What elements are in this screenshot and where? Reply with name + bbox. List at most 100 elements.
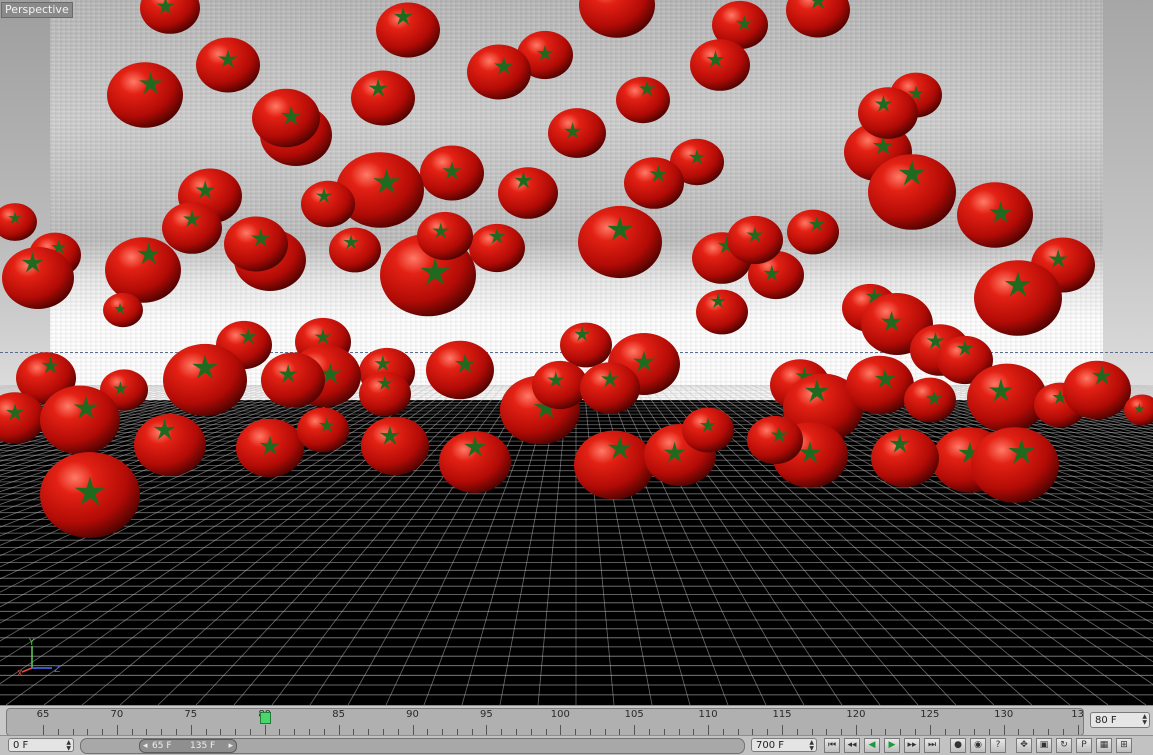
timeline-tick-label: 130 [994, 709, 1014, 720]
key-position-button[interactable]: ✥ [1016, 738, 1032, 753]
key-rotation-button[interactable]: ↻ [1056, 738, 1072, 753]
prev-key-button[interactable]: ◂◂ [844, 738, 860, 753]
timeline-tick [1003, 725, 1005, 735]
range-left-arrow-icon[interactable]: ◂ [143, 740, 148, 752]
tomato [0, 203, 37, 241]
tomato [868, 154, 956, 230]
timeline-tick [560, 725, 562, 735]
play-forward-button[interactable]: ▶ [884, 738, 900, 753]
range-end-label: 135 F [190, 741, 216, 751]
tomato [696, 289, 748, 335]
tomato [224, 216, 288, 272]
tomato [967, 363, 1047, 433]
range-start-label: 65 F [152, 741, 172, 751]
timeline-tick [1077, 725, 1079, 735]
tomato [578, 205, 662, 279]
tomato [359, 371, 411, 417]
start-frame-stepper-icon[interactable]: ▲ ▼ [66, 740, 71, 752]
timeline-tick-label: 115 [772, 709, 792, 720]
timeline-tick-label: 120 [846, 709, 866, 720]
tomato [376, 2, 440, 58]
grid-icon: ▦ [1099, 740, 1109, 750]
timeline-tick [708, 725, 710, 735]
go-to-start-button[interactable]: ⏮ [824, 738, 840, 753]
scheme-icon: ⊞ [1120, 740, 1128, 750]
timeline-playhead[interactable] [259, 712, 271, 724]
timeline-tick-label: 75 [184, 709, 198, 720]
play-backward-button[interactable]: ◀ [864, 738, 880, 753]
help-icon: ? [995, 740, 1001, 750]
timeline-tick [634, 725, 636, 735]
key-scale-button[interactable]: ▣ [1036, 738, 1052, 753]
tomato [957, 182, 1033, 248]
tomato [252, 88, 320, 148]
tomato [297, 407, 349, 453]
tomato [40, 452, 140, 538]
tomato [329, 227, 381, 273]
timeline-tick-label: 70 [110, 709, 124, 720]
go-to-end-icon: ⏭ [927, 740, 937, 750]
key-pla-button[interactable]: ▦ [1096, 738, 1112, 753]
tomato [163, 343, 247, 417]
tomato [1063, 360, 1131, 420]
preview-range-thumb[interactable]: ◂ 65 F 135 F ▸ [139, 739, 237, 753]
timeline-tick-label: 85 [332, 709, 345, 720]
tomato [846, 355, 914, 415]
next-key-button[interactable]: ▸▸ [904, 738, 920, 753]
tomato [261, 352, 325, 408]
tomato [351, 70, 415, 126]
current-frame-value: 80 F [1095, 715, 1117, 726]
timeline-tick-label: 95 [480, 709, 493, 720]
timeline-tick [190, 725, 192, 735]
key-parameter-button[interactable]: P [1076, 738, 1092, 753]
timeline-tick [264, 725, 266, 735]
tomato [858, 87, 918, 139]
tomato [787, 209, 839, 255]
transport-bar: 0 F ▲ ▼ ◂ 65 F 135 F ▸ 700 F ▲ ▼ ⏮ ◂◂ ◀ ▶ ▸▸ ⏭ ●… [0, 735, 1153, 755]
keyframe-help-button[interactable]: ? [990, 738, 1006, 753]
timeline[interactable]: 6570758085909510010511011512012513013 80… [0, 705, 1153, 736]
viewport-label[interactable]: Perspective [1, 2, 73, 18]
rotate-icon: ↻ [1060, 740, 1068, 750]
current-frame-stepper-icon[interactable]: ▲ ▼ [1142, 714, 1147, 726]
tomato [616, 76, 670, 124]
timeline-tick [486, 725, 488, 735]
next-key-icon: ▸▸ [907, 740, 917, 750]
tomato [690, 39, 750, 91]
tomato [469, 223, 525, 273]
timeline-tick-label: 105 [624, 709, 644, 720]
3d-viewport[interactable]: Perspective Y Z X [0, 0, 1153, 705]
tomato [426, 340, 494, 400]
tomato [105, 237, 181, 303]
tomato [904, 377, 956, 423]
scheme-button[interactable]: ⊞ [1116, 738, 1132, 753]
tomato [467, 44, 531, 100]
record-icon: ● [954, 740, 962, 750]
tomato [727, 215, 783, 265]
tomato [417, 211, 473, 261]
tomato [498, 167, 558, 219]
play-forward-icon: ▶ [888, 740, 896, 750]
end-frame-stepper-icon[interactable]: ▲ ▼ [809, 740, 814, 752]
start-frame-field[interactable]: 0 F ▲ ▼ [8, 738, 74, 752]
range-right-arrow-icon[interactable]: ▸ [228, 740, 233, 752]
tomato [574, 430, 654, 500]
record-active-button[interactable]: ● [950, 738, 966, 753]
tomato [162, 202, 222, 254]
end-frame-field[interactable]: 700 F ▲ ▼ [751, 738, 817, 752]
autokey-icon: ◉ [974, 740, 982, 750]
tomato [361, 416, 429, 476]
tomato [107, 62, 183, 128]
current-frame-field[interactable]: 80 F ▲ ▼ [1090, 712, 1150, 728]
preview-range-slider[interactable]: ◂ 65 F 135 F ▸ [80, 738, 745, 754]
autokey-button[interactable]: ◉ [970, 738, 986, 753]
timeline-tick-label: 125 [920, 709, 940, 720]
timeline-tick [782, 725, 783, 735]
tomato [871, 428, 939, 488]
move-icon: ✥ [1020, 740, 1028, 750]
go-to-end-button[interactable]: ⏭ [924, 738, 940, 753]
tomato [236, 418, 304, 478]
axis-gizmo: Y Z X [17, 638, 60, 676]
timeline-ruler[interactable]: 6570758085909510010511011512012513013 [6, 708, 1084, 736]
prev-key-icon: ◂◂ [847, 740, 857, 750]
